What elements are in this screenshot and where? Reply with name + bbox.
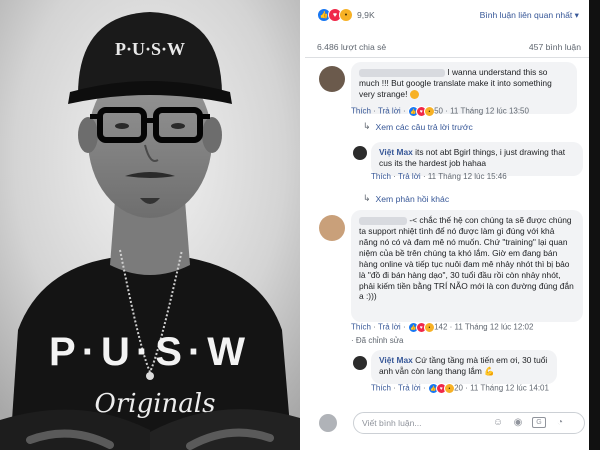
reaction-count: 20 xyxy=(454,383,463,393)
emoji-icon[interactable]: ☺ xyxy=(492,417,504,429)
comment-composer[interactable]: Viết bình luận... ☺ ◉ G ◔ xyxy=(353,412,585,434)
flexed-bicep-icon: 💪 xyxy=(484,365,495,376)
divider-line xyxy=(305,57,589,58)
comment-text: -< chắc thế hệ con chúng ta sẽ được chún… xyxy=(359,215,574,302)
reply-link[interactable]: Trả lời xyxy=(378,323,401,332)
gif-icon[interactable]: G xyxy=(532,417,546,428)
comment-meta: Thích · Trả lời · 👍 ♥ • 50 · 11 Tháng 12 l… xyxy=(351,106,529,117)
reply-bubble: Việt Max Cứ tầng tầng mà tiến em ơi, 30 … xyxy=(371,350,557,384)
comment-reactions[interactable]: 👍 ♥ • xyxy=(407,322,435,333)
reply-link[interactable]: Trả lời xyxy=(398,172,421,181)
sort-dropdown[interactable]: Bình luận liên quan nhất ▾ xyxy=(480,10,579,21)
shirt-print: P·U·S·W xyxy=(49,330,251,374)
reaction-count: 142 xyxy=(434,322,448,332)
comment-bubble: -< chắc thế hệ con chúng ta sẽ được chún… xyxy=(351,210,583,322)
timestamp[interactable]: 11 Tháng 12 lúc 12:02 xyxy=(455,323,534,332)
commenter-name[interactable]: Việt Max xyxy=(379,147,413,157)
page-edge xyxy=(589,0,600,450)
comment-meta: Thích · Trả lời · 👍 ♥ • 20 · 11 Tháng 12 l… xyxy=(371,383,549,394)
reply-arrow-icon: ↳ xyxy=(363,193,371,203)
comment-reactions[interactable]: 👍 ♥ • xyxy=(427,383,455,394)
like-link[interactable]: Thích xyxy=(351,107,371,116)
like-link[interactable]: Thích xyxy=(371,172,391,181)
comment-reactions[interactable]: 👍 ♥ • xyxy=(407,106,435,117)
reply-link[interactable]: Trả lời xyxy=(378,107,401,116)
timestamp[interactable]: 11 Tháng 12 lúc 15:46 xyxy=(428,172,507,181)
reply-bubble: Việt Max its not abt Bgirl things, i jus… xyxy=(371,142,583,176)
reaction-count: 9,9K xyxy=(357,10,375,20)
share-count[interactable]: 6.486 lượt chia sẻ xyxy=(317,42,386,52)
camera-icon[interactable]: ◉ xyxy=(512,417,524,429)
timestamp[interactable]: 11 Tháng 12 lúc 13:50 xyxy=(450,107,529,116)
view-more-label: Xem phản hồi khác xyxy=(375,193,450,204)
commenter-name[interactable]: Việt Max xyxy=(379,355,413,365)
comment-count[interactable]: 457 bình luận xyxy=(529,42,581,52)
current-user-avatar[interactable] xyxy=(319,414,337,432)
laughing-emoji-icon xyxy=(409,90,419,100)
portrait-photo: P·U·S·W P·U·S·W Originals xyxy=(0,0,300,450)
cap-text: P·U·S·W xyxy=(115,39,185,59)
blurred-name xyxy=(359,68,445,77)
view-more-replies[interactable]: ↳ Xem phản hồi khác xyxy=(363,193,449,204)
sticker-icon[interactable]: ◔ xyxy=(554,417,566,429)
avatar[interactable] xyxy=(353,356,367,370)
like-link[interactable]: Thích xyxy=(371,384,391,393)
blurred-name xyxy=(359,216,407,225)
comment-meta: · Đã chỉnh sửa xyxy=(351,336,404,345)
avatar[interactable] xyxy=(319,215,345,241)
timestamp[interactable]: 11 Tháng 12 lúc 14:01 xyxy=(470,384,549,393)
avatar[interactable] xyxy=(353,146,367,160)
comment-meta: Thích · Trả lời · 👍 ♥ • 142 · 11 Tháng 12 … xyxy=(351,322,534,333)
avatar[interactable] xyxy=(319,66,345,92)
reply-link[interactable]: Trả lời xyxy=(398,384,421,393)
like-link[interactable]: Thích xyxy=(351,323,371,332)
view-previous-replies[interactable]: ↳ Xem các câu trả lời trước xyxy=(363,121,473,132)
view-more-label: Xem các câu trả lời trước xyxy=(375,121,473,132)
comments-panel: 👍 ♥ • 9,9K Bình luận liên quan nhất ▾ 6.… xyxy=(305,0,589,450)
comment-meta: Thích · Trả lời · 11 Tháng 12 lúc 15:46 xyxy=(371,172,507,181)
composer-placeholder: Viết bình luận... xyxy=(362,418,422,428)
reply-arrow-icon: ↳ xyxy=(363,121,371,131)
edited-label[interactable]: Đã chỉnh sửa xyxy=(356,336,404,345)
reaction-count: 50 xyxy=(434,106,443,116)
sad-reaction-icon: • xyxy=(339,8,353,22)
reaction-summary[interactable]: 👍 ♥ • 9,9K xyxy=(317,8,375,22)
